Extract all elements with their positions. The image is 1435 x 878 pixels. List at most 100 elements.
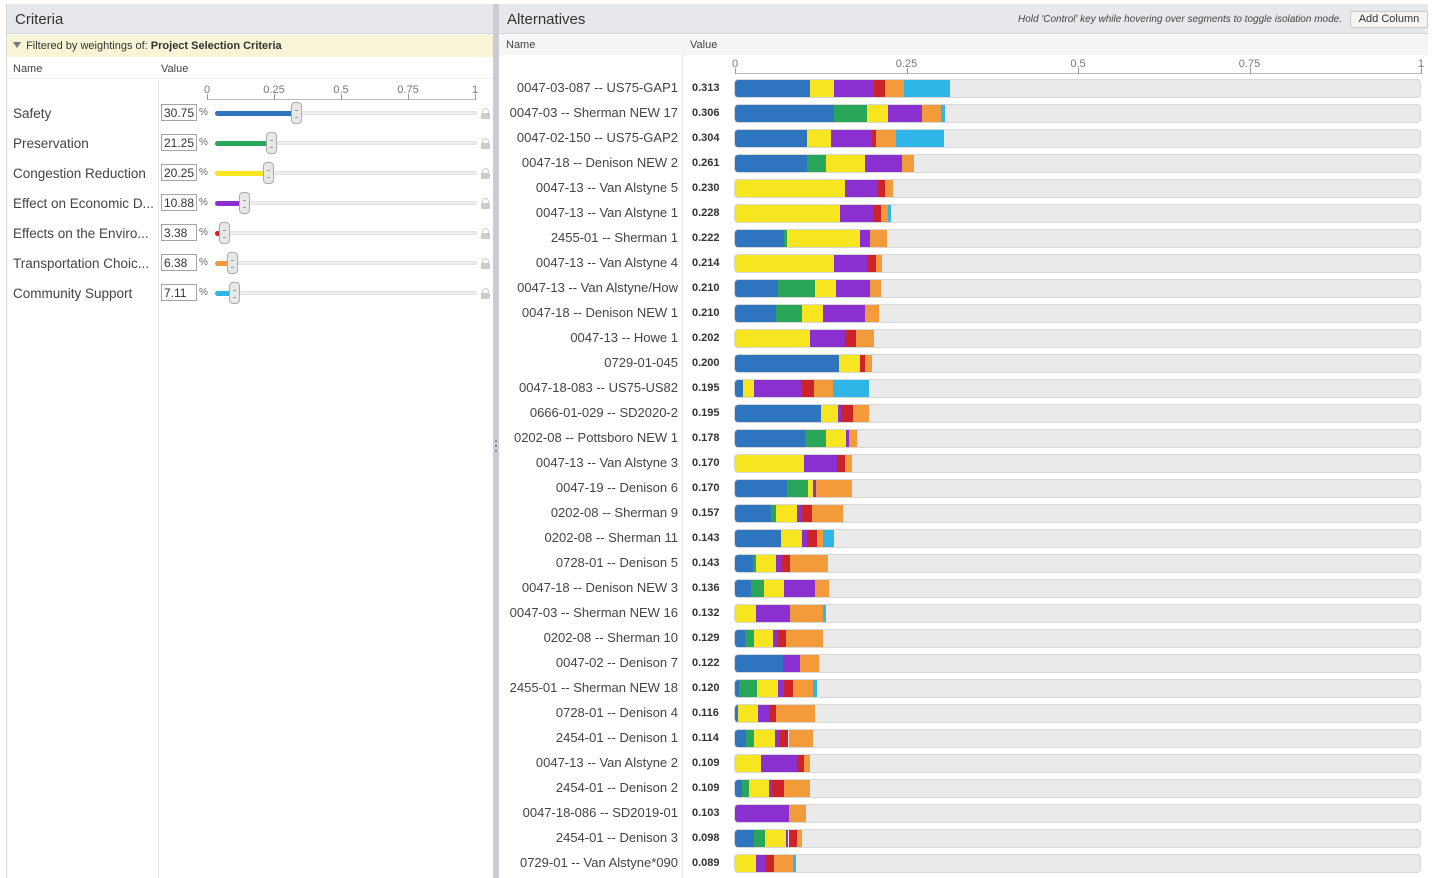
bar-segment-preservation[interactable] [834, 105, 868, 122]
bar-segment-economic[interactable] [834, 255, 868, 272]
bar-segment-congestion[interactable] [735, 180, 845, 197]
bar-segment-safety[interactable] [735, 280, 778, 297]
lock-icon[interactable] [481, 288, 490, 299]
weight-slider-handle[interactable] [290, 102, 302, 124]
lock-icon[interactable] [481, 138, 490, 149]
lock-icon[interactable] [481, 228, 490, 239]
bar-segment-transport[interactable] [852, 405, 869, 422]
bar-segment-safety[interactable] [735, 305, 777, 322]
lock-icon[interactable] [481, 168, 490, 179]
bar-segment-preservation[interactable] [776, 305, 803, 322]
bar-segment-safety[interactable] [735, 130, 808, 147]
bar-segment-preservation[interactable] [745, 630, 754, 647]
bar-segment-economic[interactable] [783, 655, 801, 672]
alternative-row[interactable]: 0047-02 -- Denison 7 0.122 [499, 651, 1428, 676]
bar-segment-transport[interactable] [848, 430, 858, 447]
bar-segment-environment[interactable] [781, 555, 790, 572]
bar-segment-congestion[interactable] [776, 505, 797, 522]
lock-icon[interactable] [481, 198, 490, 209]
bar-segment-economic[interactable] [777, 680, 785, 697]
alternatives-col-value[interactable]: Value [690, 39, 717, 51]
bar-segment-environment[interactable] [784, 680, 793, 697]
bar-segment-preservation[interactable] [754, 830, 766, 847]
alternative-row[interactable]: 0047-03-087 -- US75-GAP1 0.313 [499, 76, 1428, 101]
alternative-row[interactable]: 0202-08 -- Sherman 9 0.157 [499, 501, 1428, 526]
alternative-row[interactable]: 2454-01 -- Denison 3 0.098 [499, 826, 1428, 851]
bar-segment-congestion[interactable] [753, 630, 773, 647]
bar-segment-economic[interactable] [835, 280, 871, 297]
bar-segment-transport[interactable] [865, 355, 873, 372]
add-column-button[interactable]: Add Column [1350, 11, 1428, 28]
bar-segment-community[interactable] [822, 605, 826, 622]
bar-segment-transport[interactable] [803, 755, 810, 772]
bar-segment-transport[interactable] [786, 630, 824, 647]
bar-segment-safety[interactable] [735, 780, 742, 797]
bar-segment-transport[interactable] [816, 530, 824, 547]
criteria-col-name[interactable]: Name [13, 63, 42, 75]
bar-segment-transport[interactable] [881, 205, 888, 222]
bar-segment-congestion[interactable] [748, 780, 770, 797]
bar-segment-transport[interactable] [875, 255, 882, 272]
weight-slider-handle[interactable] [228, 282, 240, 304]
bar-segment-environment[interactable] [877, 180, 885, 197]
bar-segment-transport[interactable] [813, 380, 834, 397]
bar-segment-preservation[interactable] [807, 155, 827, 172]
bar-segment-economic[interactable] [859, 230, 871, 247]
bar-segment-community[interactable] [896, 130, 944, 147]
bar-segment-congestion[interactable] [839, 355, 860, 372]
bar-segment-congestion[interactable] [743, 380, 754, 397]
bar-segment-congestion[interactable] [765, 830, 786, 847]
bar-segment-community[interactable] [792, 855, 797, 872]
bar-segment-environment[interactable] [872, 205, 882, 222]
bar-segment-safety[interactable] [735, 405, 821, 422]
bar-segment-congestion[interactable] [826, 155, 866, 172]
bar-segment-environment[interactable] [836, 455, 845, 472]
bar-segment-transport[interactable] [815, 580, 829, 597]
bar-segment-preservation[interactable] [777, 280, 816, 297]
bar-segment-economic[interactable] [887, 105, 923, 122]
bar-segment-safety[interactable] [735, 530, 781, 547]
bar-segment-congestion[interactable] [735, 255, 835, 272]
bar-segment-safety[interactable] [735, 480, 788, 497]
weight-slider-track[interactable] [215, 231, 477, 235]
bar-segment-transport[interactable] [788, 730, 814, 747]
bar-segment-transport[interactable] [865, 305, 880, 322]
bar-segment-congestion[interactable] [735, 205, 840, 222]
bar-segment-economic[interactable] [755, 605, 790, 622]
bar-segment-economic[interactable] [758, 705, 770, 722]
bar-segment-congestion[interactable] [735, 605, 756, 622]
alternative-row[interactable]: 0047-03 -- Sherman NEW 16 0.132 [499, 601, 1428, 626]
bar-segment-congestion[interactable] [755, 555, 777, 572]
bar-segment-congestion[interactable] [754, 730, 775, 747]
bar-segment-safety[interactable] [735, 155, 808, 172]
bar-segment-transport[interactable] [789, 605, 823, 622]
bar-segment-economic[interactable] [761, 755, 797, 772]
bar-segment-community[interactable] [823, 530, 835, 547]
bar-segment-community[interactable] [887, 205, 892, 222]
bar-segment-congestion[interactable] [780, 530, 802, 547]
bar-segment-environment[interactable] [807, 530, 817, 547]
bar-segment-preservation[interactable] [804, 430, 826, 447]
bar-segment-transport[interactable] [870, 230, 888, 247]
alternative-row[interactable]: 0202-08 -- Pottsboro NEW 1 0.178 [499, 426, 1428, 451]
bar-segment-transport[interactable] [796, 830, 803, 847]
bar-segment-economic[interactable] [834, 80, 875, 97]
weight-slider-handle[interactable] [218, 222, 230, 244]
bar-segment-economic[interactable] [755, 855, 766, 872]
bar-segment-economic[interactable] [822, 305, 866, 322]
bar-segment-safety[interactable] [735, 80, 811, 97]
bar-segment-safety[interactable] [735, 505, 771, 522]
bar-segment-transport[interactable] [875, 130, 897, 147]
alternative-row[interactable]: 0047-02-150 -- US75-GAP2 0.304 [499, 126, 1428, 151]
bar-segment-congestion[interactable] [820, 405, 838, 422]
criterion-weight-input[interactable]: 30.75 [161, 104, 197, 121]
bar-segment-environment[interactable] [769, 705, 777, 722]
criterion-weight-input[interactable]: 21.25 [161, 134, 197, 151]
bar-segment-transport[interactable] [811, 505, 843, 522]
alternative-row[interactable]: 0729-01-045 0.200 [499, 351, 1428, 376]
bar-segment-congestion[interactable] [756, 680, 778, 697]
bar-segment-congestion[interactable] [735, 755, 762, 772]
bar-segment-transport[interactable] [784, 780, 810, 797]
bar-segment-community[interactable] [903, 80, 950, 97]
alternative-row[interactable]: 0047-19 -- Denison 6 0.170 [499, 476, 1428, 501]
